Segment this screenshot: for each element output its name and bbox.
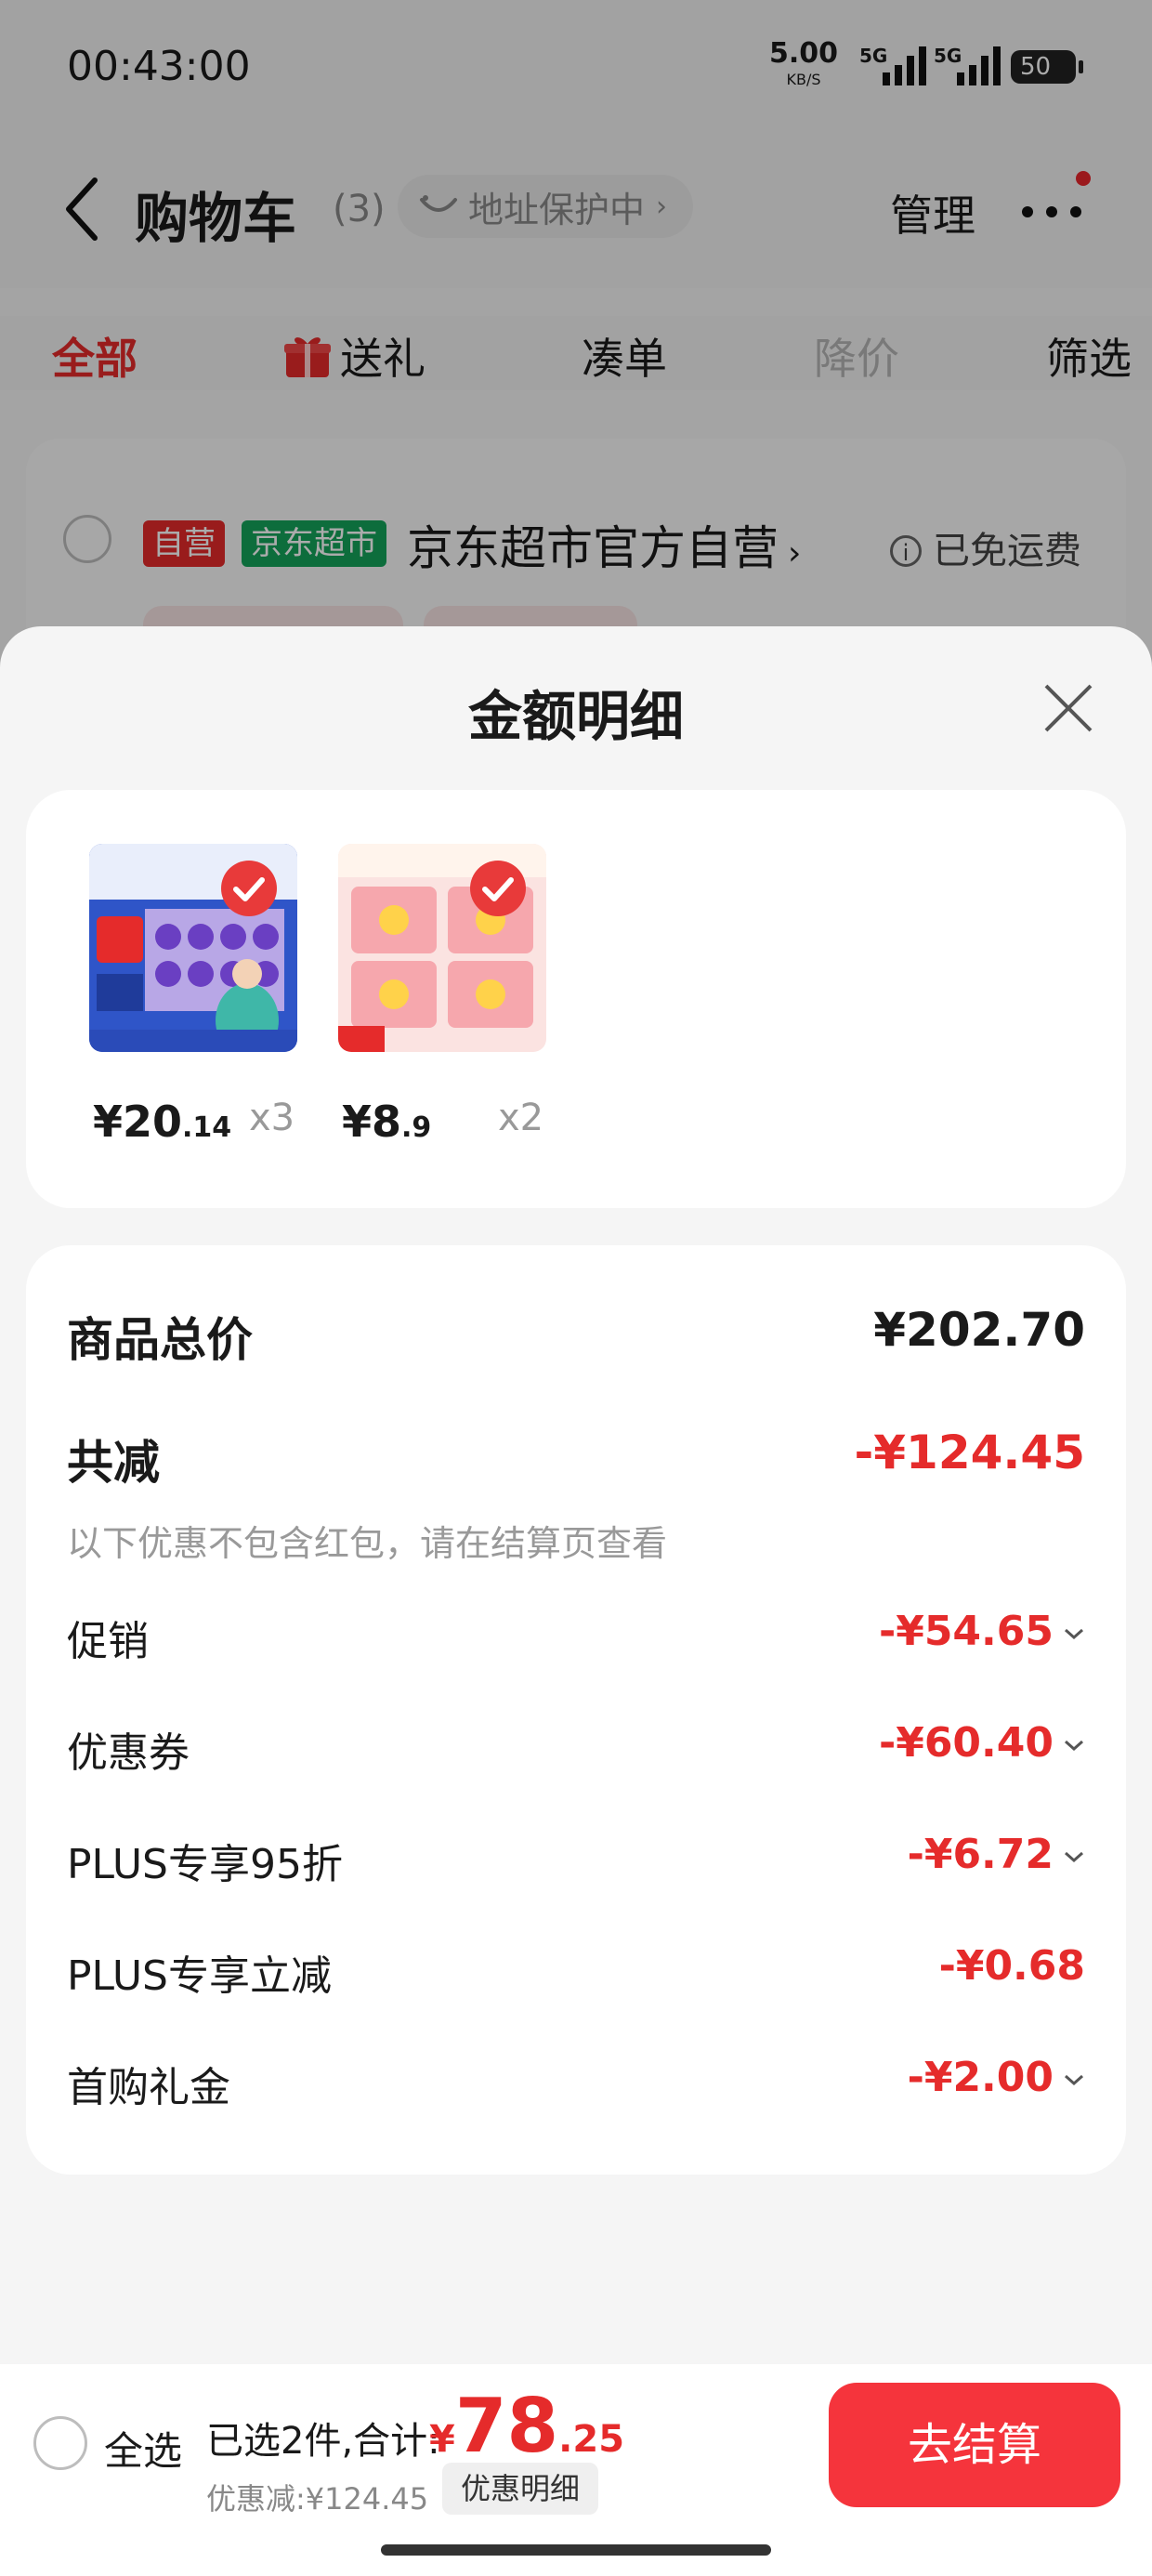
chevron-down-icon bbox=[1065, 1628, 1083, 1640]
checkout-bar: 全选 已选2件,合计: ¥78.25 优惠减:¥124.45 优惠明细 去结算 bbox=[0, 2364, 1152, 2576]
selected-items-card: ¥20.14 x3 ¥8.9 x2 bbox=[26, 790, 1126, 1208]
discount-value: -¥54.65 bbox=[878, 1608, 1054, 1655]
price-breakdown-card: 商品总价 ¥202.70 共减 -¥124.45 以下优惠不包含红包，请在结算页… bbox=[26, 1245, 1126, 2175]
chevron-down-icon bbox=[1065, 1851, 1083, 1863]
item-price-int: ¥8 bbox=[342, 1097, 402, 1147]
total-reduction-value: -¥124.45 bbox=[854, 1426, 1086, 1479]
select-all-label[interactable]: 全选 bbox=[104, 2420, 182, 2477]
total-reduction-label: 共减 bbox=[67, 1436, 160, 1490]
reduction-note: 以下优惠不包含红包，请在结算页查看 bbox=[67, 1523, 668, 1564]
select-all-radio[interactable] bbox=[33, 2416, 87, 2470]
item-quantity: x3 bbox=[249, 1097, 295, 1139]
sheet-title: 金额明细 bbox=[467, 685, 684, 748]
product-thumbnail[interactable] bbox=[89, 844, 297, 1052]
chevron-down-icon bbox=[1065, 1740, 1083, 1752]
selected-count-text: 已选2件,合计: bbox=[206, 2420, 440, 2463]
discount-detail-button[interactable]: 优惠明细 bbox=[442, 2463, 599, 2515]
amount-detail-sheet: 金额明细 ¥20.14 x3 ¥8.9 x2 商品总价 ¥202.70 共减 -… bbox=[0, 626, 1152, 2364]
discount-summary: 优惠减:¥124.45 bbox=[206, 2481, 429, 2517]
total-decimal: .25 bbox=[558, 2418, 625, 2461]
checked-icon bbox=[470, 861, 526, 916]
checked-icon bbox=[221, 861, 277, 916]
item-price: ¥8.9 bbox=[342, 1097, 431, 1147]
discount-value: -¥6.72 bbox=[907, 1831, 1054, 1878]
chevron-down-icon bbox=[1065, 2074, 1083, 2086]
discount-value: -¥2.00 bbox=[907, 2054, 1054, 2101]
total-amount: ¥78.25 bbox=[429, 2383, 624, 2469]
item-price-dec: .9 bbox=[401, 1111, 432, 1144]
checkout-button[interactable]: 去结算 bbox=[829, 2383, 1120, 2507]
discount-value: -¥60.40 bbox=[878, 1719, 1054, 1767]
discount-label: PLUS专享95折 bbox=[67, 1841, 343, 1888]
product-thumbnail[interactable] bbox=[338, 844, 546, 1052]
discount-label: 优惠券 bbox=[67, 1729, 190, 1777]
discount-label: 促销 bbox=[67, 1618, 149, 1665]
discount-label: PLUS专享立减 bbox=[67, 1952, 332, 2000]
discount-value: -¥0.68 bbox=[938, 1942, 1085, 1990]
total-currency: ¥ bbox=[429, 2418, 455, 2461]
item-quantity: x2 bbox=[498, 1097, 544, 1139]
home-indicator[interactable] bbox=[381, 2544, 771, 2556]
item-price-dec: .14 bbox=[182, 1111, 232, 1144]
goods-total-value: ¥202.70 bbox=[873, 1303, 1085, 1357]
discount-label: 首购礼金 bbox=[67, 2064, 230, 2111]
total-integer: 78 bbox=[454, 2383, 559, 2469]
item-price-int: ¥20 bbox=[93, 1097, 183, 1147]
item-price: ¥20.14 bbox=[93, 1097, 231, 1147]
goods-total-label: 商品总价 bbox=[67, 1313, 253, 1367]
close-icon[interactable] bbox=[1039, 678, 1098, 738]
